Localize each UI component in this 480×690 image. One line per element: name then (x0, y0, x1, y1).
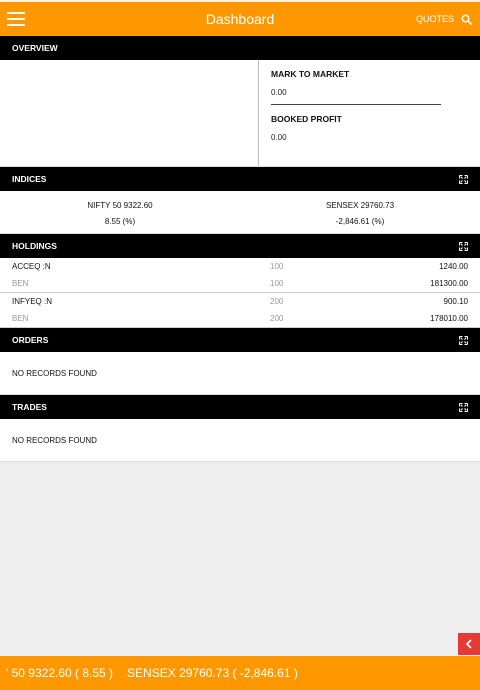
trades-header: TRADES (0, 395, 480, 419)
orders-panel: NO RECORDS FOUND (0, 352, 480, 395)
back-button[interactable] (458, 633, 480, 655)
ticker-item: SENSEX 29760.73 ( -2,846.61 ) (127, 666, 298, 680)
holding-sub-qty: 200 (270, 314, 284, 323)
overview-header: OVERVIEW (0, 36, 480, 60)
booked-profit-label: BOOKED PROFIT (271, 114, 342, 124)
trades-empty-text: NO RECORDS FOUND (12, 435, 97, 445)
holdings-header: HOLDINGS (0, 234, 480, 258)
holding-qty: 200 (270, 297, 284, 306)
holding-sub-value: 178010.00 (430, 314, 468, 323)
holding-symbol: INFYEQ :N (12, 297, 53, 306)
ticker-item: ' 50 9322.60 ( 8.55 ) (6, 666, 114, 680)
index-item-nifty[interactable]: NIFTY 50 9322.60 8.55 (%) (0, 191, 240, 233)
table-row: ACCEQ :N 100 1240.00 (0, 258, 480, 275)
header-actions: QUOTES (416, 14, 472, 25)
holding-price: 900.10 (443, 297, 468, 306)
trades-panel: NO RECORDS FOUND (0, 419, 480, 462)
index-item-sensex[interactable]: SENSEX 29760.73 -2,846.61 (%) (240, 191, 480, 233)
holding-sub-label: BEN (12, 279, 29, 288)
holding-qty: 100 (270, 262, 284, 271)
booked-profit-value: 0.00 (271, 133, 287, 142)
search-icon[interactable] (461, 14, 472, 25)
overview-panel: MARK TO MARKET 0.00 BOOKED PROFIT 0.00 (0, 60, 480, 167)
hamburger-menu-icon[interactable] (7, 12, 25, 26)
holding-sub-value: 181300.00 (430, 279, 468, 288)
orders-header: ORDERS (0, 328, 480, 352)
table-row: INFYEQ :N 200 900.10 (0, 293, 480, 310)
index-name-value: NIFTY 50 9322.60 (87, 201, 153, 210)
index-change: -2,846.61 (%) (335, 217, 385, 226)
holding-symbol: ACCEQ :N (12, 262, 51, 271)
market-ticker: ' 50 9322.60 ( 8.55 ) SENSEX 29760.73 ( … (0, 656, 480, 690)
overview-divider (271, 104, 441, 105)
holding-price: 1240.00 (439, 262, 468, 271)
holding-item[interactable]: INFYEQ :N 200 900.10 BEN 200 178010.00 (0, 293, 480, 328)
table-row: BEN 200 178010.00 (0, 310, 480, 327)
holding-sub-qty: 100 (270, 279, 284, 288)
overview-summary: MARK TO MARKET 0.00 BOOKED PROFIT 0.00 (259, 60, 480, 166)
mark-to-market-value: 0.00 (271, 88, 287, 97)
indices-title: INDICES (12, 174, 47, 184)
table-row: BEN 100 181300.00 (0, 275, 480, 292)
expand-icon[interactable] (459, 335, 468, 345)
indices-header: INDICES (0, 167, 480, 191)
expand-icon[interactable] (459, 174, 468, 184)
dashboard-app: Dashboard QUOTES OVERVIEW MARK TO MARKET… (0, 0, 480, 690)
holding-item[interactable]: ACCEQ :N 100 1240.00 BEN 100 181300.00 (0, 258, 480, 293)
orders-empty-text: NO RECORDS FOUND (12, 368, 97, 378)
quotes-link[interactable]: QUOTES (416, 14, 454, 24)
trades-title: TRADES (12, 402, 47, 412)
index-change: 8.55 (%) (104, 217, 136, 226)
expand-icon[interactable] (459, 241, 468, 251)
overview-chart-area (0, 60, 259, 166)
page-title: Dashboard (205, 11, 275, 27)
app-header: Dashboard QUOTES (0, 0, 480, 36)
expand-icon[interactable] (459, 402, 468, 412)
index-name-value: SENSEX 29760.73 (325, 201, 395, 210)
holding-sub-label: BEN (12, 314, 29, 323)
overview-title: OVERVIEW (12, 43, 58, 53)
mark-to-market-label: MARK TO MARKET (271, 69, 350, 79)
holdings-title: HOLDINGS (12, 241, 57, 251)
chevron-left-icon (466, 639, 472, 649)
holdings-panel: ACCEQ :N 100 1240.00 BEN 100 181300.00 I… (0, 258, 480, 328)
indices-panel: NIFTY 50 9322.60 8.55 (%) SENSEX 29760.7… (0, 191, 480, 234)
orders-title: ORDERS (12, 335, 49, 345)
